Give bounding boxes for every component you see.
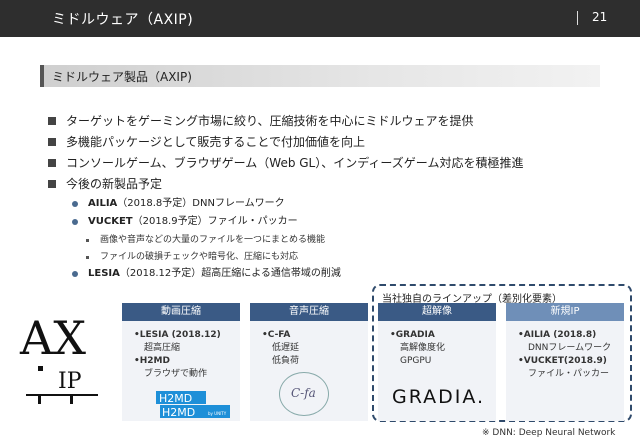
logo-text-bottom: IP	[58, 369, 82, 394]
h2md-sub-text: by UNITY	[208, 411, 227, 416]
axip-logo: AX IP	[19, 311, 98, 404]
page-number: 21	[592, 10, 608, 24]
cfa-logo: C-fa	[279, 372, 329, 416]
small-bullet-icon	[86, 256, 89, 259]
bullet-item: コンソールゲーム、ブラウザゲーム（Web GL）、インディーズゲーム対応を積極推…	[48, 154, 608, 175]
top-bar: ミドルウェア（AXIP) 21	[0, 0, 640, 37]
card-body: •C-FA 低遅延 低負荷	[250, 321, 368, 368]
card-line: •H2MD	[134, 356, 170, 366]
card-line: 超高圧縮	[144, 343, 181, 353]
square-bullet-icon	[48, 138, 56, 146]
card-line: ブラウザで動作	[144, 369, 208, 379]
bullet-text: 今後の新製品予定	[66, 177, 163, 191]
product-detail: （2018.9予定）ファイル・パッカー	[132, 216, 298, 227]
product-name: VUCKET	[88, 216, 133, 227]
card-line: 低負荷	[272, 356, 300, 366]
title-separator	[577, 11, 578, 25]
h2md-logo: H2MD H2MD by UNITY	[156, 391, 230, 419]
gradia-logo: GRADIA.	[392, 386, 486, 408]
sub-bullet-item: AILIA（2018.8予定）DNNフレームワーク	[48, 196, 608, 214]
bullet-item: 今後の新製品予定	[48, 175, 608, 196]
product-detail: （2018.8予定）DNNフレームワーク	[117, 198, 285, 209]
card-body: •GRADIA 高解像度化 GPGPU	[378, 321, 496, 368]
card-line: ファイル・パッカー	[528, 369, 610, 379]
sub-sub-bullet-item: ファイルの破損チェックや暗号化、圧縮にも対応	[48, 249, 608, 266]
bullet-text: 画像や音声などの大量のファイルを一つにまとめる機能	[100, 235, 326, 245]
sub-bullet-item: LESIA（2018.12予定）超高圧縮による通信帯域の削減	[48, 266, 608, 284]
section-header: ミドルウェア製品（AXIP)	[40, 65, 600, 87]
dot-bullet-icon	[72, 201, 78, 207]
bullet-list: ターゲットをゲーミング市場に絞り、圧縮技術を中心にミドルウェアを提供 多機能パッ…	[48, 112, 608, 284]
card-header: 音声圧縮	[250, 303, 368, 321]
card-header: 動画圧縮	[122, 303, 240, 321]
square-bullet-icon	[48, 159, 56, 167]
dot-bullet-icon	[72, 219, 78, 225]
card-body: •LESIA (2018.12) 超高圧縮 •H2MD ブラウザで動作	[122, 321, 240, 381]
card-new-ip: 新規IP •AILIA (2018.8) DNNフレームワーク •VUCKET(…	[506, 303, 624, 421]
card-line: GPGPU	[400, 356, 432, 366]
small-bullet-icon	[86, 239, 89, 242]
card-header: 超解像	[378, 303, 496, 321]
logo-stem-right	[70, 394, 73, 404]
h2md-text-top: H2MD	[159, 392, 192, 405]
product-name: LESIA	[88, 268, 120, 279]
sub-bullet-item: VUCKET（2018.9予定）ファイル・パッカー	[48, 214, 608, 232]
logo-text-top: AX	[19, 311, 86, 365]
dot-bullet-icon	[72, 271, 78, 277]
h2md-text-bottom: H2MD	[162, 406, 195, 419]
card-line: •LESIA (2018.12)	[134, 330, 221, 340]
bullet-item: ターゲットをゲーミング市場に絞り、圧縮技術を中心にミドルウェアを提供	[48, 112, 608, 133]
footnote: ※ DNN: Deep Neural Network	[482, 428, 616, 438]
product-name: AILIA	[88, 198, 118, 209]
square-bullet-icon	[48, 117, 56, 125]
square-bullet-icon	[48, 180, 56, 188]
cfa-logo-text: C-fa	[291, 386, 316, 400]
logo-stem-left	[38, 394, 41, 404]
sub-sub-bullet-item: 画像や音声などの大量のファイルを一つにまとめる機能	[48, 232, 608, 249]
card-line: 高解像度化	[400, 343, 446, 353]
logo-baseline	[26, 394, 98, 396]
bullet-text: ターゲットをゲーミング市場に絞り、圧縮技術を中心にミドルウェアを提供	[66, 114, 474, 128]
product-detail: （2018.12予定）超高圧縮による通信帯域の削減	[119, 268, 341, 279]
page-title: ミドルウェア（AXIP)	[52, 12, 194, 28]
card-line: DNNフレームワーク	[528, 343, 612, 353]
card-line: 低遅延	[272, 343, 300, 353]
card-line: •AILIA (2018.8)	[518, 330, 597, 340]
card-line: •GRADIA	[390, 330, 435, 340]
logo-dot	[38, 366, 43, 371]
bullet-item: 多機能パッケージとして販売することで付加価値を向上	[48, 133, 608, 154]
card-line: •VUCKET(2018.9)	[518, 356, 607, 366]
card-header: 新規IP	[506, 303, 624, 321]
bullet-text: 多機能パッケージとして販売することで付加価値を向上	[66, 135, 366, 149]
bullet-text: ファイルの破損チェックや暗号化、圧縮にも対応	[100, 252, 299, 262]
bullet-text: コンソールゲーム、ブラウザゲーム（Web GL）、インディーズゲーム対応を積極推…	[66, 156, 524, 170]
section-title: ミドルウェア製品（AXIP)	[52, 70, 192, 84]
card-body: •AILIA (2018.8) DNNフレームワーク •VUCKET(2018.…	[506, 321, 624, 381]
card-line: •C-FA	[262, 330, 291, 340]
